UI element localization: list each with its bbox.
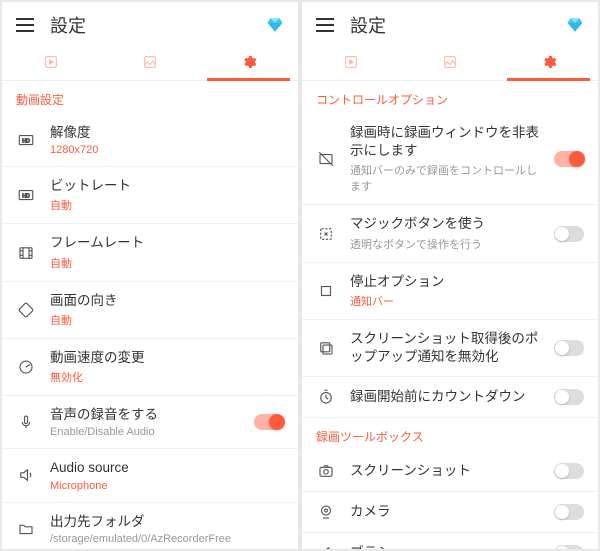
film-icon [16, 243, 36, 263]
tab-settings[interactable] [199, 46, 298, 80]
row-title: 録画時に録画ウィンドウを非表示にします [350, 124, 540, 160]
screen-left: 設定 動画設定 HD 解像度 1280x720 HD ビットレート自動 フレームレ… [2, 2, 298, 549]
toggle-switch[interactable] [554, 151, 584, 167]
section-header: 録画ツールボックス [302, 418, 598, 451]
row-stop-option[interactable]: 停止オプション通知バー [302, 263, 598, 320]
row-audio-source[interactable]: Audio source Microphone [2, 449, 298, 502]
row-title: スクリーンショット [350, 462, 540, 480]
row-title: 録画開始前にカウントダウン [350, 388, 540, 406]
row-title: マジックボタンを使う [350, 215, 540, 233]
settings-list: コントロールオプション 録画時に録画ウィンドウを非表示にします通知バーのみで録画… [302, 81, 598, 549]
tabs [302, 46, 598, 81]
folder-icon [16, 519, 36, 539]
rotate-icon [16, 300, 36, 320]
row-sub: Enable/Disable Audio [50, 426, 240, 438]
row-title: 画面の向き [50, 292, 284, 310]
tab-image[interactable] [101, 46, 200, 80]
hd-icon: HD [16, 185, 36, 205]
toggle-switch[interactable] [554, 389, 584, 405]
row-sub: 自動 [50, 255, 284, 271]
toggle-switch[interactable] [554, 226, 584, 242]
svg-text:HD: HD [22, 194, 30, 200]
row-title: 出力先フォルダ [50, 513, 284, 531]
diamond-icon[interactable] [566, 16, 584, 34]
row-sub: 通知バー [350, 293, 584, 309]
svg-text:HD: HD [22, 138, 30, 144]
row-title: 解像度 [50, 124, 284, 142]
tab-settings[interactable] [499, 46, 598, 80]
row-sub: 1280x720 [50, 144, 284, 156]
webcam-icon [316, 502, 336, 522]
row-sub: /storage/emulated/0/AzRecorderFree [50, 533, 284, 545]
row-tool-brush[interactable]: ブラシ [302, 533, 598, 549]
row-hide-window[interactable]: 録画時に録画ウィンドウを非表示にします通知バーのみで録画をコントロールします [302, 114, 598, 205]
toggle-switch[interactable] [554, 340, 584, 356]
mic-icon [16, 412, 36, 432]
tab-play[interactable] [302, 46, 401, 80]
toggle-switch[interactable] [554, 504, 584, 520]
row-sub: 無効化 [50, 369, 284, 385]
page-title: 設定 [50, 12, 250, 38]
row-countdown[interactable]: 録画開始前にカウントダウン [302, 377, 598, 418]
row-bitrate[interactable]: HD ビットレート自動 [2, 167, 298, 224]
row-sub: 自動 [50, 312, 284, 328]
stop-icon [316, 281, 336, 301]
settings-list: 動画設定 HD 解像度 1280x720 HD ビットレート自動 フレームレート自… [2, 81, 298, 549]
hide-icon [316, 149, 336, 169]
row-title: ビットレート [50, 177, 284, 195]
topbar: 設定 [2, 2, 298, 46]
screenshot-icon [316, 338, 336, 358]
row-title: フレームレート [50, 234, 284, 252]
row-magic-button[interactable]: マジックボタンを使う透明なボタンで操作を行う [302, 205, 598, 262]
row-framerate[interactable]: フレームレート自動 [2, 224, 298, 281]
row-title: ブラシ [350, 544, 540, 549]
timer-icon [316, 387, 336, 407]
row-title: 動画速度の変更 [50, 349, 284, 367]
row-title: カメラ [350, 503, 540, 521]
page-title: 設定 [350, 12, 550, 38]
section-header: 動画設定 [2, 81, 298, 114]
speaker-icon [16, 465, 36, 485]
row-screenshot-popup[interactable]: スクリーンショット取得後のポップアップ通知を無効化 [302, 320, 598, 377]
magic-icon [316, 224, 336, 244]
row-title: スクリーンショット取得後のポップアップ通知を無効化 [350, 330, 540, 366]
camera-icon [316, 461, 336, 481]
section-header: コントロールオプション [302, 81, 598, 114]
menu-icon[interactable] [16, 18, 34, 32]
row-title: 停止オプション [350, 273, 584, 291]
toggle-switch[interactable] [254, 414, 284, 430]
row-resolution[interactable]: HD 解像度 1280x720 [2, 114, 298, 167]
row-sub: Microphone [50, 480, 284, 492]
row-title: Audio source [50, 459, 284, 477]
row-tool-camera[interactable]: カメラ [302, 492, 598, 533]
brush-icon [316, 543, 336, 549]
row-audio-record[interactable]: 音声の録音をする Enable/Disable Audio [2, 396, 298, 449]
row-tool-screenshot[interactable]: スクリーンショット [302, 451, 598, 492]
screen-right: 設定 コントロールオプション 録画時に録画ウィンドウを非表示にします通知バーのみ… [302, 2, 598, 549]
row-title: 音声の録音をする [50, 406, 240, 424]
tabs [2, 46, 298, 81]
topbar: 設定 [302, 2, 598, 46]
toggle-switch[interactable] [554, 545, 584, 549]
diamond-icon[interactable] [266, 16, 284, 34]
row-sub: 通知バーのみで録画をコントロールします [350, 162, 540, 194]
row-sub: 自動 [50, 197, 284, 213]
tab-image[interactable] [401, 46, 500, 80]
row-sub: 透明なボタンで操作を行う [350, 236, 540, 252]
hd-icon: HD [16, 130, 36, 150]
menu-icon[interactable] [316, 18, 334, 32]
tab-play[interactable] [2, 46, 101, 80]
speed-icon [16, 357, 36, 377]
row-orientation[interactable]: 画面の向き自動 [2, 282, 298, 339]
row-speed[interactable]: 動画速度の変更無効化 [2, 339, 298, 396]
row-output-folder[interactable]: 出力先フォルダ/storage/emulated/0/AzRecorderFre… [2, 503, 298, 549]
toggle-switch[interactable] [554, 463, 584, 479]
